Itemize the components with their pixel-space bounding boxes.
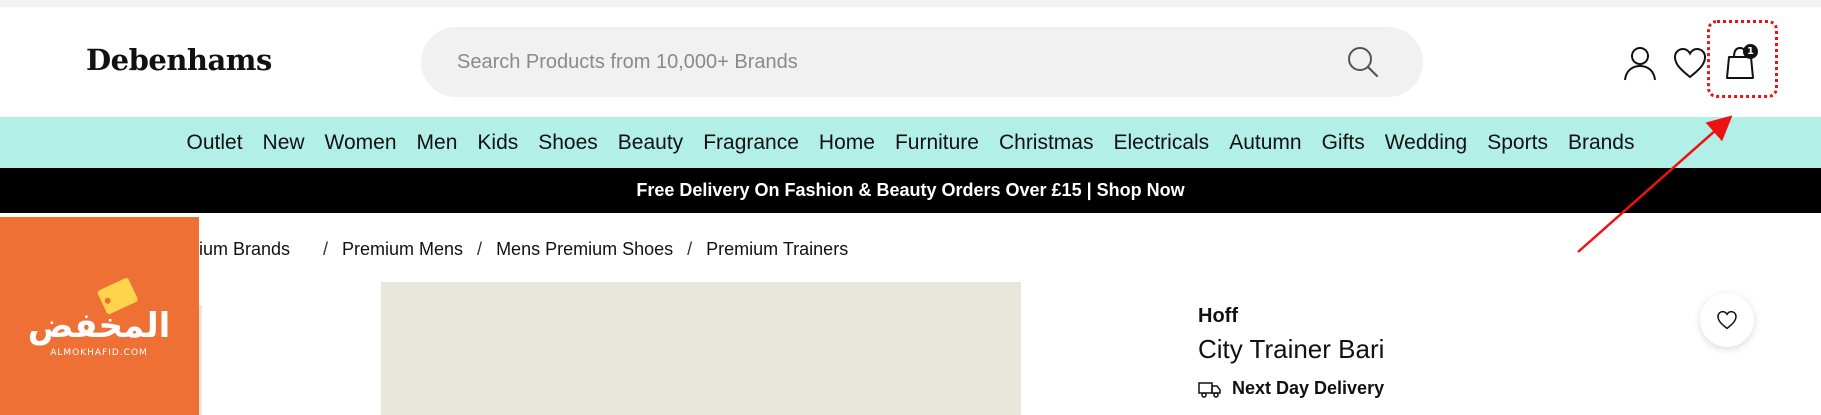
search-bar[interactable] xyxy=(421,27,1423,97)
promo-banner[interactable]: Free Delivery On Fashion & Beauty Orders… xyxy=(0,168,1821,213)
account-icon[interactable] xyxy=(1620,43,1660,83)
nav-item-gifts[interactable]: Gifts xyxy=(1312,131,1375,155)
nav-item-shoes[interactable]: Shoes xyxy=(528,131,608,155)
delivery-info: Next Day Delivery xyxy=(1198,378,1384,399)
breadcrumb-trail: / Premium Mens / Mens Premium Shoes / Pr… xyxy=(309,239,848,260)
breadcrumb-separator: / xyxy=(687,238,693,259)
nav-item-new[interactable]: New xyxy=(253,131,315,155)
thumbnail-strip xyxy=(199,305,202,415)
add-to-wishlist-button[interactable] xyxy=(1700,293,1754,347)
site-header: Debenhams 1 xyxy=(0,7,1821,117)
product-title: City Trainer Bari xyxy=(1198,334,1385,364)
watermark-tag-icon: المخفض ALMOKHAFID.COM xyxy=(28,278,171,358)
nav-item-wedding[interactable]: Wedding xyxy=(1375,131,1478,155)
watermark-text-ar: المخفض xyxy=(28,306,171,346)
truck-icon xyxy=(1198,381,1221,398)
annotation-arrow-icon xyxy=(1577,115,1733,253)
breadcrumb-item[interactable]: Premium Trainers xyxy=(706,239,848,260)
top-strip xyxy=(0,0,1821,7)
heart-icon xyxy=(1717,310,1737,330)
nav-item-electricals[interactable]: Electricals xyxy=(1103,131,1219,155)
search-icon[interactable] xyxy=(1345,44,1381,80)
delivery-label: Next Day Delivery xyxy=(1232,378,1385,398)
nav-item-fragrance[interactable]: Fragrance xyxy=(693,131,809,155)
watermark-logo: المخفض ALMOKHAFID.COM xyxy=(0,217,199,415)
breadcrumb-item[interactable]: Mens Premium Shoes xyxy=(496,239,673,260)
search-input[interactable] xyxy=(457,27,1337,97)
main-navigation: Outlet New Women Men Kids Shoes Beauty F… xyxy=(0,117,1821,168)
nav-item-beauty[interactable]: Beauty xyxy=(608,131,693,155)
site-logo[interactable]: Debenhams xyxy=(86,43,272,77)
breadcrumb-separator: / xyxy=(477,238,483,259)
nav-item-kids[interactable]: Kids xyxy=(467,131,528,155)
nav-item-men[interactable]: Men xyxy=(407,131,468,155)
breadcrumb-separator: / xyxy=(323,238,329,259)
product-brand[interactable]: Hoff xyxy=(1198,305,1238,328)
highlight-box-annotation xyxy=(1707,20,1778,98)
watermark-text-en: ALMOKHAFID.COM xyxy=(50,348,148,358)
nav-item-furniture[interactable]: Furniture xyxy=(885,131,989,155)
nav-item-home[interactable]: Home xyxy=(809,131,885,155)
nav-item-women[interactable]: Women xyxy=(315,131,407,155)
breadcrumb-item[interactable]: Premium Mens xyxy=(342,239,463,260)
nav-item-sports[interactable]: Sports xyxy=(1477,131,1558,155)
nav-item-autumn[interactable]: Autumn xyxy=(1219,131,1311,155)
nav-item-outlet[interactable]: Outlet xyxy=(177,131,253,155)
product-image[interactable] xyxy=(381,282,1021,415)
breadcrumb-item[interactable]: mium Brands xyxy=(184,239,290,260)
heart-icon[interactable] xyxy=(1670,43,1710,83)
nav-item-christmas[interactable]: Christmas xyxy=(989,131,1104,155)
